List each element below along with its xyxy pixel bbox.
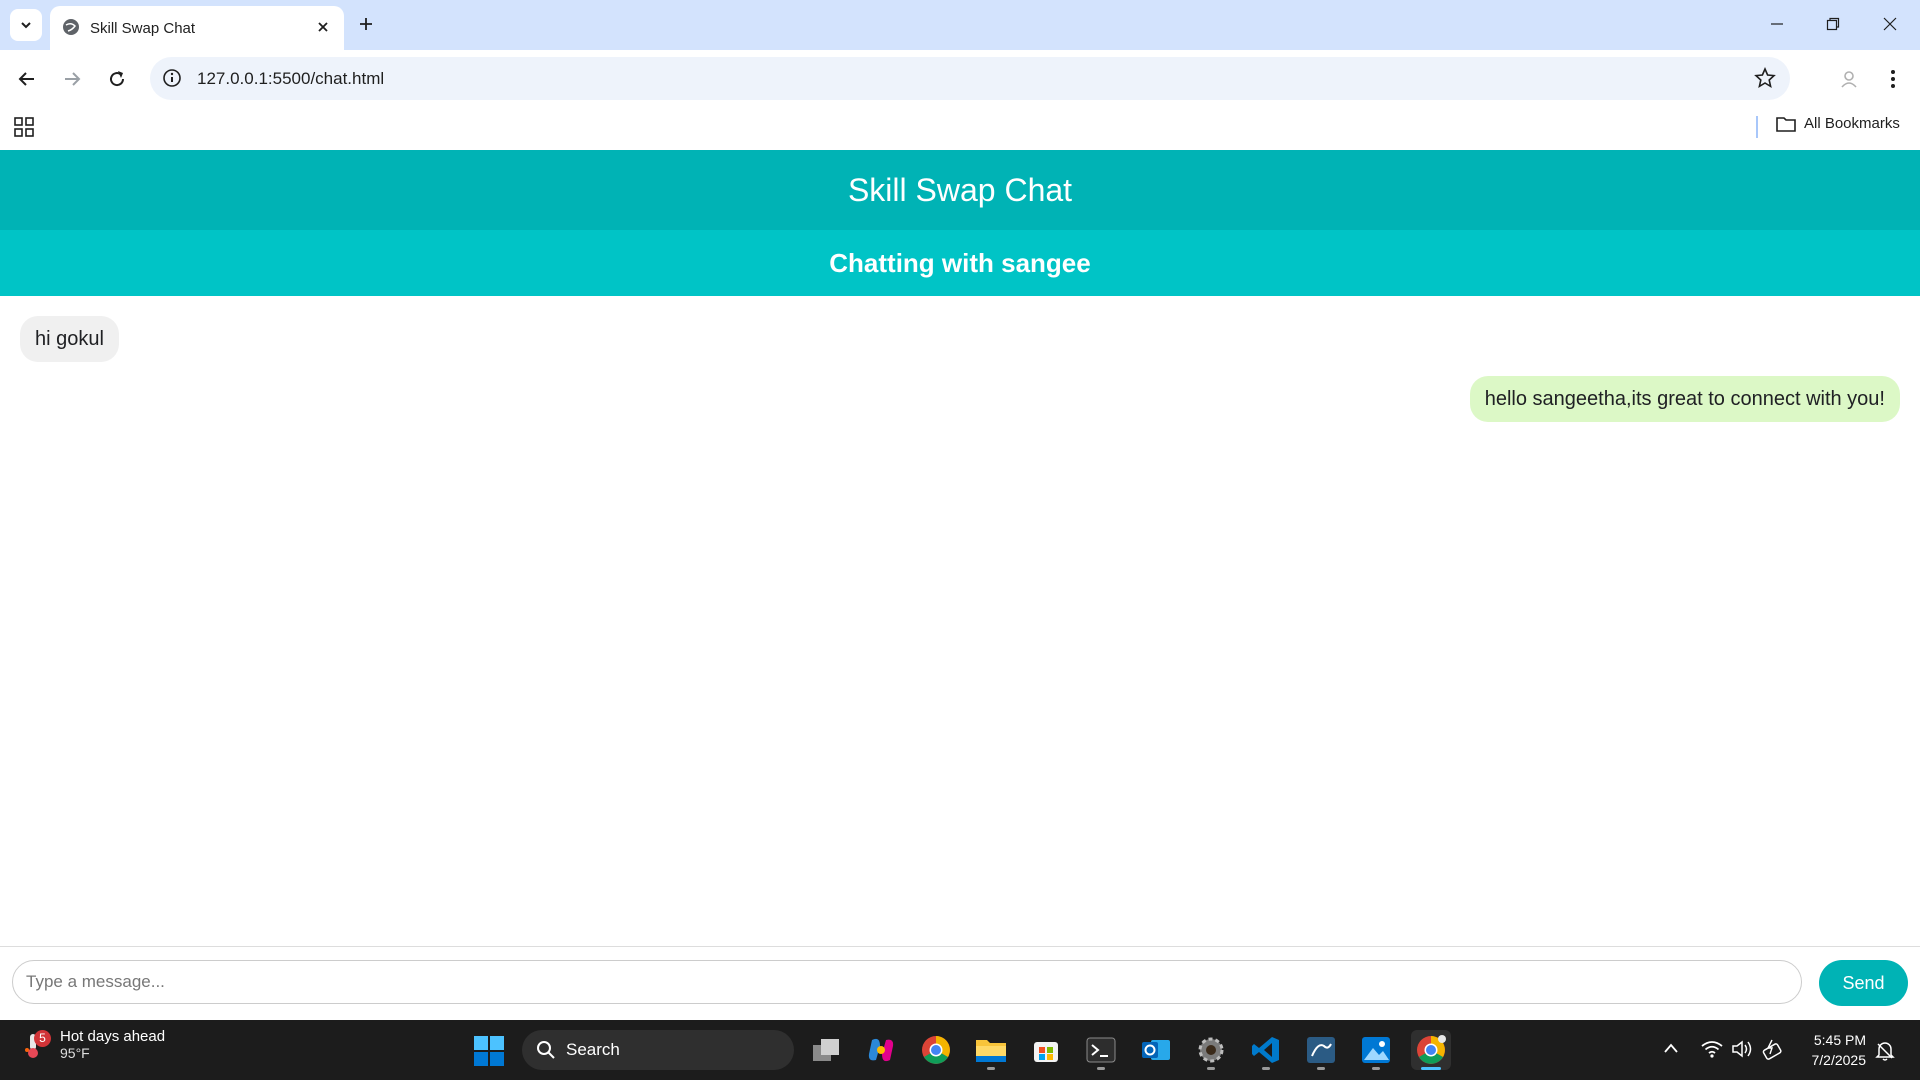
restore-icon — [1826, 17, 1840, 31]
file-explorer-button[interactable] — [971, 1030, 1011, 1070]
battery-icon[interactable] — [1762, 1038, 1784, 1060]
weather-title: Hot days ahead — [60, 1028, 166, 1045]
browser-tab-strip: Skill Swap Chat — [0, 0, 1920, 50]
bookmarks-bar: All Bookmarks — [0, 108, 1920, 150]
vscode-icon — [1252, 1037, 1279, 1063]
folder-icon — [976, 1040, 1006, 1062]
site-info-icon[interactable] — [162, 68, 182, 88]
clock[interactable]: 5:45 PM 7/2/2025 — [1800, 1030, 1867, 1070]
minimize-icon — [1771, 23, 1783, 25]
gear-icon — [1198, 1037, 1224, 1063]
reload-button[interactable] — [100, 62, 134, 96]
chrome-active-button[interactable] — [1411, 1030, 1451, 1070]
weather-temp: 95°F — [60, 1045, 90, 1061]
more-vert-icon — [1891, 70, 1895, 88]
task-view-icon — [813, 1039, 839, 1061]
app-title: Skill Swap Chat — [0, 150, 1920, 230]
all-bookmarks-button[interactable]: All Bookmarks — [1776, 115, 1900, 132]
browser-toolbar: 127.0.0.1:5500/chat.html — [0, 50, 1920, 108]
message-composer: Send — [0, 946, 1920, 1021]
arrow-left-icon — [18, 72, 34, 86]
store-icon — [1034, 1042, 1058, 1062]
restore-button[interactable] — [1810, 6, 1856, 42]
profile-button[interactable] — [1832, 62, 1866, 96]
chat-partner-header: Chatting with sangee — [0, 230, 1920, 296]
weather-badge: 5 — [24, 1029, 51, 1060]
terminal-icon — [1086, 1037, 1116, 1063]
settings-button[interactable] — [1191, 1030, 1231, 1070]
browser-tab[interactable]: Skill Swap Chat — [50, 6, 344, 50]
weather-widget[interactable]: 5 Hot days ahead 95°F — [24, 1028, 165, 1061]
photos-button[interactable] — [1356, 1030, 1396, 1070]
notifications-icon[interactable] — [1874, 1040, 1896, 1062]
chrome-icon — [1417, 1035, 1446, 1064]
minimize-button[interactable] — [1754, 6, 1800, 42]
tab-title: Skill Swap Chat — [90, 20, 196, 37]
running-indicator — [1207, 1067, 1215, 1070]
chevron-up-icon[interactable] — [1663, 1042, 1679, 1054]
plus-icon — [360, 18, 372, 30]
address-bar[interactable]: 127.0.0.1:5500/chat.html — [150, 57, 1790, 100]
running-indicator — [1097, 1067, 1105, 1070]
vscode-button[interactable] — [1246, 1030, 1286, 1070]
mysql-workbench-button[interactable] — [1301, 1030, 1341, 1070]
running-indicator — [1317, 1067, 1325, 1070]
reload-icon — [110, 71, 125, 87]
message-list: hi gokul hello sangeetha,its great to co… — [0, 296, 1920, 896]
message-received: hi gokul — [20, 316, 119, 362]
profile-icon — [1841, 71, 1857, 88]
back-button[interactable] — [10, 62, 44, 96]
database-icon — [1307, 1037, 1335, 1063]
close-icon — [318, 22, 328, 32]
windows-start-icon[interactable] — [474, 1036, 504, 1066]
active-indicator — [1421, 1067, 1441, 1070]
taskbar-search[interactable]: Search — [522, 1030, 794, 1070]
close-window-button[interactable] — [1867, 6, 1913, 42]
outlook-icon — [1142, 1040, 1170, 1060]
taskbar-search-label: Search — [566, 1040, 620, 1059]
chrome-icon — [922, 1036, 950, 1064]
wifi-icon[interactable] — [1701, 1040, 1723, 1058]
volume-icon[interactable] — [1731, 1040, 1753, 1058]
weather-alert-count: 5 — [34, 1029, 51, 1047]
terminal-button[interactable] — [1081, 1030, 1121, 1070]
message-input[interactable] — [12, 960, 1802, 1004]
running-indicator — [1262, 1067, 1270, 1070]
message-sent: hello sangeetha,its great to connect wit… — [1469, 376, 1900, 422]
copilot-button[interactable] — [861, 1030, 901, 1070]
globe-icon — [63, 19, 79, 35]
browser-menu-button[interactable] — [1876, 62, 1910, 96]
close-icon — [1883, 17, 1897, 31]
clock-date: 7/2/2025 — [1811, 1052, 1867, 1068]
photos-icon — [1362, 1037, 1390, 1063]
running-indicator — [987, 1067, 995, 1070]
store-button[interactable] — [1026, 1030, 1066, 1070]
windows-taskbar: 5 Hot days ahead 95°F Search 5:45 PM 7/2… — [0, 1020, 1920, 1080]
url-text[interactable]: 127.0.0.1:5500/chat.html — [197, 69, 384, 89]
task-view-button[interactable] — [806, 1030, 846, 1070]
tab-close-button[interactable] — [312, 16, 334, 38]
forward-button[interactable] — [55, 62, 89, 96]
send-button[interactable]: Send — [1819, 960, 1908, 1006]
search-icon — [537, 1041, 555, 1059]
copilot-icon — [868, 1038, 894, 1062]
arrow-right-icon — [65, 72, 81, 86]
chrome-button[interactable] — [916, 1030, 956, 1070]
outlook-button[interactable] — [1136, 1030, 1176, 1070]
chat-page: Skill Swap Chat Chatting with sangee hi … — [0, 150, 1920, 1021]
tab-search-button[interactable] — [10, 9, 42, 41]
all-bookmarks-label: All Bookmarks — [1804, 115, 1900, 132]
running-indicator — [1372, 1067, 1380, 1070]
clock-time: 5:45 PM — [1813, 1032, 1866, 1048]
bookmarks-divider — [1756, 116, 1758, 138]
folder-icon — [1776, 116, 1796, 132]
star-icon[interactable] — [1754, 67, 1776, 89]
apps-grid-icon[interactable] — [14, 117, 34, 137]
chevron-down-icon — [21, 22, 31, 29]
new-tab-button[interactable] — [352, 10, 380, 38]
